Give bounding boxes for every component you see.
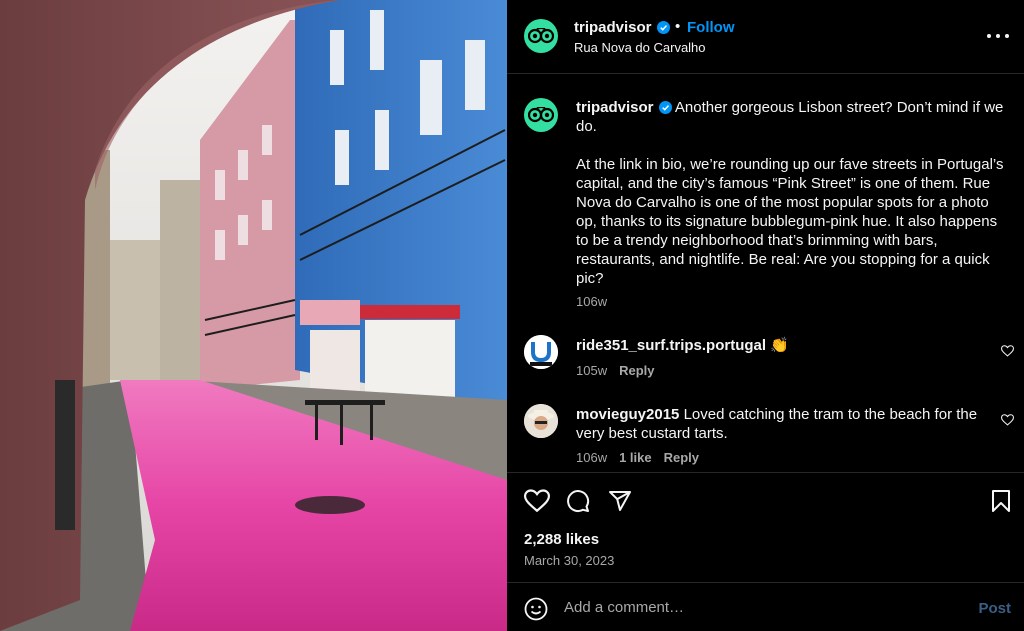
likes-count[interactable]: 2,288 likes bbox=[524, 531, 599, 548]
comment-body: 👏 bbox=[770, 337, 789, 354]
header-username[interactable]: tripadvisor bbox=[574, 19, 670, 36]
comment-bubble-icon[interactable] bbox=[566, 489, 590, 513]
owl-logo-icon bbox=[528, 28, 554, 44]
add-comment-bar: Post bbox=[507, 582, 1024, 631]
comment-like-heart-icon[interactable] bbox=[1001, 345, 1014, 357]
person-avatar-icon bbox=[524, 404, 558, 438]
post-actions: 2,288 likes March 30, 2023 bbox=[507, 472, 1024, 582]
post-date: March 30, 2023 bbox=[524, 553, 615, 568]
header-username-text[interactable]: tripadvisor bbox=[574, 19, 652, 36]
post-header: tripadvisor • Follow Rua Nova do Carvalh… bbox=[507, 0, 1024, 74]
comment-text: ride351_surf.trips.portugal 👏 bbox=[576, 336, 991, 355]
comment-like-heart-icon[interactable] bbox=[1001, 414, 1014, 426]
reply-button[interactable]: Reply bbox=[664, 450, 699, 465]
comment-text: movieguy2015 Loved catching the tram to … bbox=[576, 405, 991, 443]
like-heart-icon[interactable] bbox=[524, 489, 550, 513]
share-send-icon[interactable] bbox=[608, 489, 632, 513]
comment-likes-count[interactable]: 1 like bbox=[619, 450, 652, 465]
verified-badge-icon bbox=[658, 101, 672, 114]
more-options-icon[interactable] bbox=[987, 26, 1011, 46]
owl-logo-icon bbox=[528, 107, 554, 123]
post-button[interactable]: Post bbox=[978, 600, 1011, 617]
emoji-icon[interactable] bbox=[524, 597, 548, 621]
comment-timestamp: 105w bbox=[576, 363, 608, 378]
caption-avatar[interactable] bbox=[524, 98, 558, 132]
verified-badge-icon bbox=[656, 21, 670, 34]
header-separator: • bbox=[675, 18, 681, 35]
post-photo[interactable] bbox=[0, 0, 507, 631]
caption-username[interactable]: tripadvisor bbox=[576, 99, 654, 116]
comment-username[interactable]: ride351_surf.trips.portugal bbox=[576, 337, 766, 354]
follow-button[interactable]: Follow bbox=[687, 19, 735, 36]
comment-meta: 105w Reply bbox=[576, 363, 666, 378]
caption-line-2: At the link in bio, we’re rounding up ou… bbox=[576, 156, 1004, 287]
comment-meta: 106w 1 like Reply bbox=[576, 450, 711, 465]
photo-image bbox=[0, 0, 507, 631]
comment-timestamp: 106w bbox=[576, 450, 608, 465]
post-detail-panel: tripadvisor • Follow Rua Nova do Carvalh… bbox=[507, 0, 1024, 631]
commenter-avatar[interactable] bbox=[524, 404, 558, 438]
reply-button[interactable]: Reply bbox=[619, 363, 654, 378]
tripadvisor-avatar[interactable] bbox=[524, 19, 558, 53]
location-link[interactable]: Rua Nova do Carvalho bbox=[574, 40, 706, 55]
caption-timestamp: 106w bbox=[576, 294, 608, 309]
save-bookmark-icon[interactable] bbox=[991, 489, 1011, 513]
post-caption: tripadvisor Another gorgeous Lisbon stre… bbox=[576, 98, 1012, 288]
comment-input[interactable] bbox=[564, 596, 964, 618]
comment-username[interactable]: movieguy2015 bbox=[576, 406, 679, 423]
commenter-avatar[interactable] bbox=[524, 335, 558, 369]
surf-logo-icon bbox=[524, 335, 558, 369]
